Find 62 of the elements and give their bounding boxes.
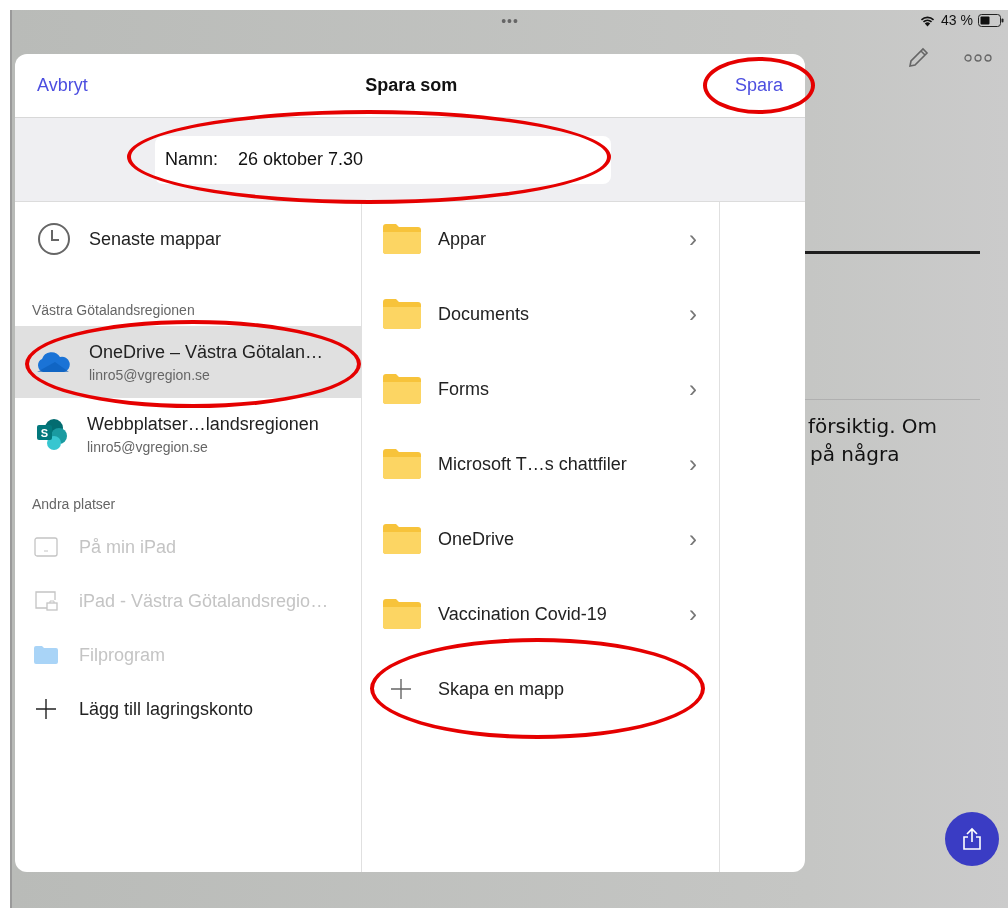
folder-name: Appar (438, 228, 487, 250)
location-title: iPad - Västra Götalandsregio… (79, 590, 329, 612)
clock-icon (37, 222, 71, 256)
folder-name: OneDrive (438, 528, 515, 550)
new-folder-button[interactable]: Skapa en mapp (362, 652, 719, 727)
folder-item[interactable]: OneDrive › (362, 502, 719, 577)
tablet-briefcase-icon (33, 590, 59, 612)
folder-item[interactable]: Appar › (362, 202, 719, 277)
location-title: Webbplatser…landsregionen (87, 413, 319, 435)
cancel-button[interactable]: Avbryt (37, 71, 88, 100)
section-header: Andra platser (31, 495, 117, 514)
folder-icon (383, 299, 421, 329)
chevron-icon: › (689, 375, 697, 403)
cloud-icon (35, 351, 71, 373)
folder-item[interactable]: Vaccination Covid-19 › (362, 577, 719, 652)
plus-icon (390, 678, 412, 700)
name-value: 26 oktober 7.30 (238, 149, 364, 170)
folder-icon (383, 524, 421, 554)
folder-icon (383, 374, 421, 404)
folder-item[interactable]: Microsoft T…s chattfiler › (362, 427, 719, 502)
folder-icon (383, 449, 421, 479)
save-button[interactable]: Spara (734, 71, 783, 100)
more-icon[interactable] (964, 54, 992, 62)
location-title: Lägg till lagringskonto (79, 698, 254, 720)
location-item[interactable]: OneDrive – Västra Götalan… linro5@vgregion.se (15, 326, 361, 398)
location-item[interactable]: S Webbplatser…landsregionen linro5@vgregion.se (15, 398, 361, 470)
chevron-icon: › (689, 600, 697, 628)
location-item[interactable]: Senaste mappar (15, 202, 361, 276)
document-text: på några (809, 441, 901, 468)
location-title: På min iPad (79, 536, 177, 558)
folder-name: Microsoft T…s chattfiler (438, 453, 627, 475)
folder-name: Documents (438, 303, 530, 325)
folder-name: Forms (438, 378, 489, 400)
new-folder-label: Skapa en mapp (438, 678, 565, 700)
chevron-icon: › (689, 525, 697, 553)
folder-item[interactable]: Forms › (362, 352, 719, 427)
share-icon (961, 827, 983, 851)
chevron-icon: › (689, 225, 697, 253)
tablet-icon (33, 537, 59, 557)
location-title: Filprogram (79, 644, 166, 666)
battery-icon (978, 13, 1004, 27)
dialog-title: Spara som (365, 75, 458, 96)
battery-percentage: 43 % (941, 12, 973, 28)
location-title: Senaste mappar (89, 228, 222, 250)
name-label: Namn: (165, 149, 218, 170)
folder-icon (383, 224, 421, 254)
folder-name: Vaccination Covid-19 (438, 603, 607, 625)
location-title: OneDrive – Västra Götalan… (89, 341, 324, 363)
pencil-icon[interactable] (906, 46, 930, 70)
account-email: linro5@vgregion.se (87, 438, 209, 455)
folder-icon (33, 645, 59, 665)
share-button[interactable] (945, 812, 999, 866)
location-item[interactable]: Lägg till lagringskonto (15, 682, 361, 736)
chevron-icon: › (689, 300, 697, 328)
folder-item[interactable]: Documents › (362, 277, 719, 352)
name-field[interactable]: Namn: 26 oktober 7.30 (155, 135, 611, 184)
chevron-icon: › (689, 450, 697, 478)
plus-icon (33, 698, 59, 720)
account-email: linro5@vgregion.se (89, 366, 211, 383)
document-text: försiktig. Om (808, 413, 938, 440)
folder-icon (383, 599, 421, 629)
section-header: Västra Götalandsregionen (31, 301, 196, 320)
